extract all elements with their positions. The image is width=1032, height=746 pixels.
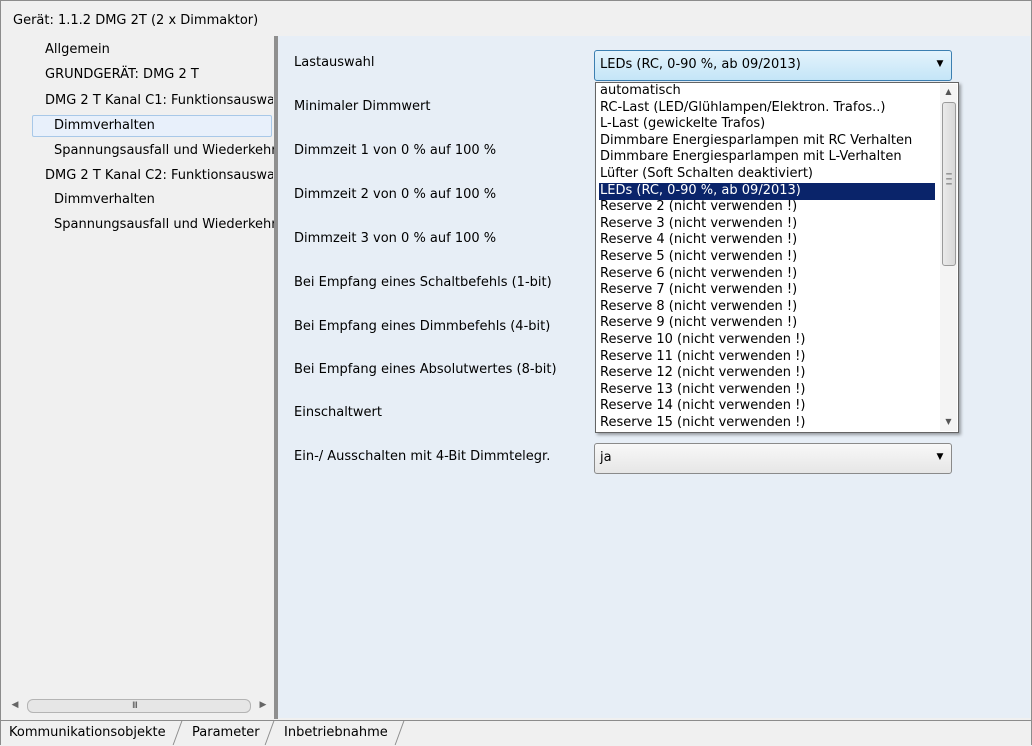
arrow-down-icon[interactable]: ▼ xyxy=(940,414,957,430)
tree-item-kanal-c2[interactable]: DMG 2 T Kanal C2: Funktionsauswahl xyxy=(45,166,273,186)
dropdown-option[interactable]: Dimmbare Energiesparlampen mit RC Verhal… xyxy=(599,133,935,150)
tree-horizontal-scrollbar[interactable]: ◀ III ▶ xyxy=(9,697,271,713)
chevron-down-icon[interactable]: ▼ xyxy=(934,450,946,464)
tree-item-allgemein[interactable]: Allgemein xyxy=(45,40,110,60)
tab-divider xyxy=(172,721,183,745)
dropdown-option[interactable]: L-Last (gewickelte Trafos) xyxy=(599,116,935,133)
lastauswahl-select[interactable]: LEDs (RC, 0-90 %, ab 09/2013) ▼ xyxy=(594,50,952,81)
ein-aus-value: ja xyxy=(600,450,612,465)
lastauswahl-label: Lastauswahl xyxy=(294,55,375,70)
tab-divider xyxy=(264,721,275,745)
min-dimmwert-label: Minimaler Dimmwert xyxy=(294,99,431,114)
tab-inbetriebnahme[interactable]: Inbetriebnahme xyxy=(284,725,388,740)
dropdown-option[interactable]: Reserve 14 (nicht verwenden !) xyxy=(599,398,935,415)
chevron-down-icon[interactable]: ▼ xyxy=(934,57,946,71)
dropdown-option[interactable]: Reserve 12 (nicht verwenden !) xyxy=(599,365,935,382)
dimmzeit2-label: Dimmzeit 2 von 0 % auf 100 % xyxy=(294,187,497,202)
dropdown-option[interactable]: Lüfter (Soft Schalten deaktiviert) xyxy=(599,166,935,183)
dropdown-option[interactable]: Reserve 9 (nicht verwenden !) xyxy=(599,315,935,332)
tree-item-c1-dimmverhalten[interactable]: Dimmverhalten xyxy=(32,115,272,137)
tab-parameter[interactable]: Parameter xyxy=(192,725,260,740)
parameter-window: Gerät: 1.1.2 DMG 2T (2 x Dimmaktor) Allg… xyxy=(0,0,1032,746)
tree-item-label: Dimmverhalten xyxy=(54,118,155,133)
ein-aus-label: Ein-/ Ausschalten mit 4-Bit Dimmtelegr. xyxy=(294,449,551,464)
dropdown-option[interactable]: Reserve 5 (nicht verwenden !) xyxy=(599,249,935,266)
grip-lines-icon: ─ ─ ─ xyxy=(946,170,952,190)
einschaltwert-label: Einschaltwert xyxy=(294,405,382,420)
scrollbar-thumb[interactable]: III xyxy=(27,699,251,713)
dropdown-option[interactable]: Reserve 13 (nicht verwenden !) xyxy=(599,382,935,399)
scrollbar-thumb[interactable]: ─ ─ ─ xyxy=(942,102,956,266)
arrow-up-icon[interactable]: ▲ xyxy=(940,84,957,100)
absolutwert-label: Bei Empfang eines Absolutwertes (8-bit) xyxy=(294,362,557,377)
dropdown-option[interactable]: Reserve 8 (nicht verwenden !) xyxy=(599,299,935,316)
arrow-right-icon[interactable]: ▶ xyxy=(257,697,269,713)
tree-item-c1-spannungsausfall[interactable]: Spannungsausfall und Wiederkehr xyxy=(54,141,277,161)
tree-item-c2-dimmverhalten[interactable]: Dimmverhalten xyxy=(54,190,155,210)
dropdown-vertical-scrollbar[interactable]: ▲ ─ ─ ─ ▼ xyxy=(940,84,957,431)
device-title: Gerät: 1.1.2 DMG 2T (2 x Dimmaktor) xyxy=(13,13,259,28)
dropdown-option[interactable]: Reserve 10 (nicht verwenden !) xyxy=(599,332,935,349)
arrow-left-icon[interactable]: ◀ xyxy=(9,697,21,713)
tree-item-c2-spannungsausfall[interactable]: Spannungsausfall und Wiederkehr xyxy=(54,215,277,235)
dropdown-option[interactable]: Reserve 2 (nicht verwenden !) xyxy=(599,199,935,216)
dropdown-option[interactable]: RC-Last (LED/Glühlampen/Elektron. Trafos… xyxy=(599,100,935,117)
dropdown-option[interactable]: Reserve 4 (nicht verwenden !) xyxy=(599,232,935,249)
dimmzeit1-label: Dimmzeit 1 von 0 % auf 100 % xyxy=(294,143,497,158)
dropdown-option[interactable]: Reserve 15 (nicht verwenden !) xyxy=(599,415,935,432)
ein-aus-select[interactable]: ja ▼ xyxy=(594,443,952,474)
dropdown-option-selected[interactable]: LEDs (RC, 0-90 %, ab 09/2013) xyxy=(599,183,935,200)
lastauswahl-dropdown-list[interactable]: automatisch RC-Last (LED/Glühlampen/Elek… xyxy=(595,82,959,433)
tab-kommunikationsobjekte[interactable]: Kommunikationsobjekte xyxy=(9,725,166,740)
tab-divider xyxy=(394,721,405,745)
dimmbefehl-label: Bei Empfang eines Dimmbefehls (4-bit) xyxy=(294,319,551,334)
scroll-grip: III xyxy=(132,701,138,711)
dropdown-option[interactable]: Dimmbare Energiesparlampen mit L-Verhalt… xyxy=(599,149,935,166)
bottom-tab-bar: Kommunikationsobjekte Parameter Inbetrie… xyxy=(1,720,1031,746)
lastauswahl-value: LEDs (RC, 0-90 %, ab 09/2013) xyxy=(600,57,801,72)
parameter-tree: Allgemein GRUNDGERÄT: DMG 2 T DMG 2 T Ka… xyxy=(7,36,277,719)
dropdown-option[interactable]: Reserve 7 (nicht verwenden !) xyxy=(599,282,935,299)
dropdown-option[interactable]: Reserve 3 (nicht verwenden !) xyxy=(599,216,935,233)
dropdown-option[interactable]: Reserve 6 (nicht verwenden !) xyxy=(599,266,935,283)
tree-item-grundgeraet[interactable]: GRUNDGERÄT: DMG 2 T xyxy=(45,65,199,85)
schaltbefehl-label: Bei Empfang eines Schaltbefehls (1-bit) xyxy=(294,275,552,290)
dimmzeit3-label: Dimmzeit 3 von 0 % auf 100 % xyxy=(294,231,497,246)
dropdown-option[interactable]: automatisch xyxy=(599,83,935,100)
tree-item-kanal-c1[interactable]: DMG 2 T Kanal C1: Funktionsauswahl xyxy=(45,91,273,111)
dropdown-option[interactable]: Reserve 11 (nicht verwenden !) xyxy=(599,349,935,366)
